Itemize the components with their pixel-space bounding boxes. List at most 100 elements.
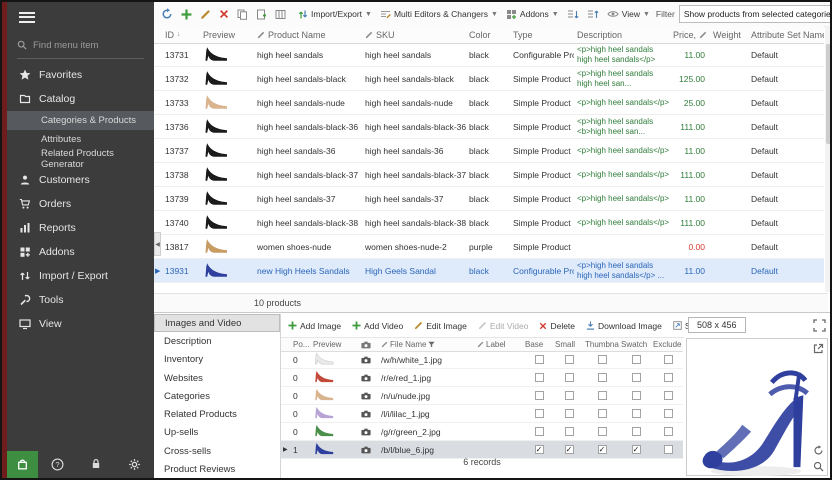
sidebar-item-attributes[interactable]: Attributes bbox=[7, 130, 154, 149]
column-header-id[interactable]: ID↓ bbox=[162, 30, 200, 40]
sidebar-item-favorites[interactable]: Favorites bbox=[7, 63, 154, 87]
grid-scrollbar-thumb[interactable] bbox=[826, 44, 831, 144]
sort-ascending-button[interactable] bbox=[565, 7, 581, 22]
exclude-checkbox[interactable] bbox=[664, 355, 673, 364]
exclude-checkbox[interactable] bbox=[664, 427, 673, 436]
column-header-type[interactable]: Type bbox=[510, 30, 574, 40]
table-row[interactable]: 13740 high heel sandals-black-38 high he… bbox=[154, 211, 824, 235]
rotate-button[interactable] bbox=[811, 443, 825, 457]
fit-screen-icon[interactable] bbox=[813, 319, 826, 332]
tab-inventory[interactable]: Inventory bbox=[154, 351, 280, 369]
sidebar-item-categories-products[interactable]: Categories & Products bbox=[7, 111, 154, 130]
exclude-checkbox[interactable] bbox=[664, 409, 673, 418]
swatch-checkbox[interactable] bbox=[632, 355, 641, 364]
column-header-file-name[interactable]: File Name bbox=[379, 340, 475, 349]
swatch-checkbox[interactable] bbox=[632, 373, 641, 382]
image-row[interactable]: 0 /g/r/green_2.jpg bbox=[281, 423, 683, 441]
copy-button[interactable] bbox=[235, 7, 250, 22]
delete-image-button[interactable]: Delete bbox=[537, 319, 577, 333]
sidebar-item-orders[interactable]: Orders bbox=[7, 192, 154, 216]
base-checkbox[interactable] bbox=[535, 409, 544, 418]
tab-cross-sells[interactable]: Cross-sells bbox=[154, 442, 280, 460]
column-header-weight[interactable]: Weight bbox=[710, 30, 748, 40]
thumbnail-checkbox[interactable] bbox=[598, 409, 607, 418]
addons-menu[interactable]: Addons▼ bbox=[504, 7, 561, 22]
column-header-swatch[interactable]: Swatch bbox=[619, 340, 651, 349]
edit-product-button[interactable] bbox=[198, 7, 213, 22]
view-menu[interactable]: View▼ bbox=[605, 7, 652, 21]
sidebar-item-related-products-generator[interactable]: Related Products Generator bbox=[7, 149, 154, 168]
swatch-checkbox[interactable] bbox=[632, 409, 641, 418]
hamburger-menu-button[interactable] bbox=[7, 2, 154, 32]
thumbnail-checkbox[interactable] bbox=[598, 391, 607, 400]
swatch-checkbox[interactable] bbox=[632, 427, 641, 436]
zoom-button[interactable] bbox=[811, 459, 825, 473]
sidebar-item-reports[interactable]: Reports bbox=[7, 216, 154, 240]
small-checkbox[interactable] bbox=[565, 373, 574, 382]
add-image-button[interactable]: Add Image bbox=[286, 319, 343, 333]
sidebar-item-tools[interactable]: Tools bbox=[7, 288, 154, 312]
column-header-description[interactable]: Description bbox=[574, 30, 670, 40]
base-checkbox[interactable] bbox=[535, 373, 544, 382]
delete-product-button[interactable] bbox=[217, 7, 231, 21]
image-row[interactable]: 0 /l/i/lilac_1.jpg bbox=[281, 405, 683, 423]
panel-collapse-handle[interactable]: ◀ bbox=[154, 232, 161, 256]
small-checkbox[interactable] bbox=[565, 445, 574, 454]
store-button[interactable] bbox=[7, 451, 38, 478]
image-size-button[interactable]: 508 x 456 bbox=[688, 317, 746, 333]
small-checkbox[interactable] bbox=[565, 391, 574, 400]
edit-image-button[interactable]: Edit Image bbox=[412, 319, 469, 333]
sidebar-search-input[interactable]: Find menu item bbox=[17, 32, 144, 59]
column-header-small[interactable]: Small bbox=[553, 340, 583, 349]
sidebar-item-import-export[interactable]: Import / Export bbox=[7, 264, 154, 288]
duplicate-button[interactable] bbox=[254, 7, 269, 22]
small-checkbox[interactable] bbox=[565, 409, 574, 418]
column-header-thumbnail[interactable]: Thumbna bbox=[583, 340, 619, 349]
column-header-price[interactable]: Price, bbox=[670, 30, 710, 40]
add-product-button[interactable] bbox=[179, 7, 194, 22]
column-header-base[interactable]: Base bbox=[523, 340, 553, 349]
multi-editors-menu[interactable]: Multi Editors & Changers▼ bbox=[378, 7, 500, 22]
base-checkbox[interactable] bbox=[535, 445, 544, 454]
table-row[interactable]: 13739 high heel sandals-37 high heel san… bbox=[154, 187, 824, 211]
category-filter-select[interactable]: Show products from selected categories▼ bbox=[679, 5, 832, 23]
add-video-button[interactable]: Add Video bbox=[350, 319, 405, 333]
base-checkbox[interactable] bbox=[535, 427, 544, 436]
tab-up-sells[interactable]: Up-sells bbox=[154, 424, 280, 442]
column-header-position[interactable]: Po... bbox=[291, 340, 311, 349]
exclude-checkbox[interactable] bbox=[664, 391, 673, 400]
open-external-button[interactable] bbox=[811, 341, 825, 355]
tab-websites[interactable]: Websites bbox=[154, 369, 280, 387]
column-header-image-preview[interactable]: Preview bbox=[311, 340, 359, 349]
download-image-button[interactable]: Download Image bbox=[584, 319, 664, 333]
table-row[interactable]: 13733 high heel sandals-nude high heel s… bbox=[154, 91, 824, 115]
table-row[interactable]: 13738 high heel sandals-black-37 high he… bbox=[154, 163, 824, 187]
table-row[interactable]: 13731 high heel sandals high heel sandal… bbox=[154, 43, 824, 67]
thumbnail-checkbox[interactable] bbox=[598, 373, 607, 382]
tab-product-reviews[interactable]: Product Reviews bbox=[154, 460, 280, 478]
tab-categories[interactable]: Categories bbox=[154, 387, 280, 405]
column-header-label[interactable]: Label bbox=[475, 340, 523, 349]
small-checkbox[interactable] bbox=[565, 427, 574, 436]
exclude-checkbox[interactable] bbox=[664, 445, 673, 454]
base-checkbox[interactable] bbox=[535, 355, 544, 364]
image-row[interactable]: 0 /w/h/white_1.jpg bbox=[281, 351, 683, 369]
thumbnail-checkbox[interactable] bbox=[598, 445, 607, 454]
thumbnail-checkbox[interactable] bbox=[598, 427, 607, 436]
column-header-color[interactable]: Color bbox=[466, 30, 510, 40]
base-checkbox[interactable] bbox=[535, 391, 544, 400]
sidebar-item-customers[interactable]: Customers bbox=[7, 168, 154, 192]
column-header-preview[interactable]: Preview bbox=[200, 30, 254, 40]
table-row[interactable]: 13732 high heel sandals-black high heel … bbox=[154, 67, 824, 91]
sidebar-item-addons[interactable]: Addons bbox=[7, 240, 154, 264]
tab-related-products[interactable]: Related Products bbox=[154, 405, 280, 423]
sidebar-item-view[interactable]: View bbox=[7, 312, 154, 336]
refresh-button[interactable] bbox=[159, 6, 175, 22]
column-header-attribute-set[interactable]: Attribute Set Name bbox=[748, 30, 824, 40]
tab-description[interactable]: Description bbox=[154, 332, 280, 350]
swatch-checkbox[interactable] bbox=[632, 445, 641, 454]
small-checkbox[interactable] bbox=[565, 355, 574, 364]
column-header-exclude[interactable]: Exclude bbox=[651, 340, 683, 349]
table-row-selected[interactable]: ▶ 13931 new High Heels Sandals High Geel… bbox=[154, 259, 824, 283]
thumbnail-checkbox[interactable] bbox=[598, 355, 607, 364]
